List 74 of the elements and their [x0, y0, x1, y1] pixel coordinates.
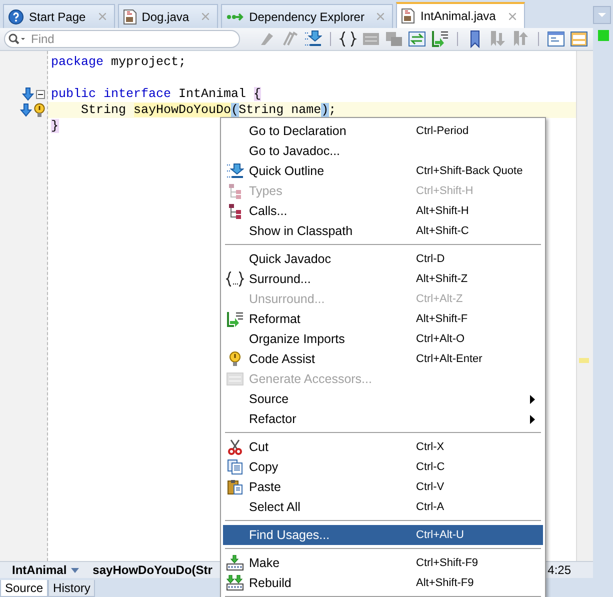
menu-item[interactable]: Quick Javadoc Ctrl-D: [223, 249, 543, 269]
code-line: package myproject;: [51, 55, 186, 69]
vertical-scrollbar[interactable]: [576, 51, 593, 561]
close-icon[interactable]: [377, 13, 384, 20]
view-tab[interactable]: Source: [0, 580, 48, 597]
menu-item[interactable]: Show in Classpath Alt+Shift-C: [223, 221, 543, 241]
outline-icon[interactable]: [304, 30, 322, 48]
search-field[interactable]: Find: [4, 30, 240, 48]
menu-item[interactable]: Go to Declaration Ctrl-Period: [223, 121, 543, 141]
menu-item[interactable]: Source: [223, 389, 543, 409]
menu-item[interactable]: Make Ctrl+Shift-F9: [223, 553, 543, 573]
menu-item[interactable]: Calls... Alt+Shift-H: [223, 201, 543, 221]
breadcrumb-item[interactable]: sayHowDoYouDo(Str: [88, 563, 216, 577]
reformat-icon[interactable]: [431, 30, 449, 48]
previous-bookmark-icon[interactable]: [489, 30, 507, 48]
braces-icon: [226, 271, 244, 287]
refresh-icon[interactable]: [408, 30, 426, 48]
braces-icon[interactable]: [339, 30, 357, 48]
help-icon: [8, 8, 24, 24]
menu-item[interactable]: Refactor: [223, 409, 543, 429]
menu-item[interactable]: Go to Javadoc...: [223, 141, 543, 161]
template-icon[interactable]: [385, 30, 403, 48]
menu-item[interactable]: Find Usages... Ctrl+Alt-U: [223, 525, 543, 545]
copy-icon: [226, 459, 244, 475]
next-bookmark-icon[interactable]: [512, 30, 530, 48]
editor-tab[interactable]: Dependency Explorer: [221, 4, 394, 28]
lightbulb-icon[interactable]: [34, 102, 45, 118]
java-file-icon: [401, 8, 416, 24]
close-icon[interactable]: [508, 12, 516, 20]
submenu-arrow-icon: [530, 414, 535, 424]
menu-item[interactable]: Code Assist Ctrl+Alt-Enter: [223, 349, 543, 369]
close-icon[interactable]: [98, 13, 106, 20]
override-arrow-icon[interactable]: [20, 103, 32, 117]
caret-position: 4:25: [548, 563, 572, 577]
dependency-icon: [226, 10, 244, 22]
code-line: public interface IntAnimal {: [51, 87, 262, 101]
build-icon: [226, 555, 244, 571]
menu-item[interactable]: Reformat Alt+Shift-F: [223, 309, 543, 329]
paste-icon: [226, 479, 244, 495]
menu-item[interactable]: Quick Outline Ctrl+Shift-Back Quote: [223, 161, 543, 181]
breadcrumb-item[interactable]: IntAnimal: [8, 563, 83, 577]
forward-icon[interactable]: [281, 30, 299, 48]
generate-icon: [226, 371, 244, 387]
reformat-icon: [226, 311, 244, 327]
java-file-icon: [122, 8, 137, 24]
rebuild-icon: [226, 575, 244, 591]
scissors-icon: [226, 439, 244, 455]
code-line: String sayHowDoYouDo(String name);: [80, 103, 336, 117]
menu-item[interactable]: Rebuild Alt+Shift-F9: [223, 573, 543, 593]
view-tab[interactable]: History: [48, 580, 96, 597]
submenu-arrow-icon: [530, 394, 535, 404]
editor-tab[interactable]: Dog.java: [118, 4, 218, 28]
fold-icon[interactable]: [36, 90, 45, 98]
panel-icon[interactable]: [570, 30, 588, 48]
search-icon: [8, 33, 26, 45]
override-arrow-icon[interactable]: [22, 87, 34, 101]
menu-item[interactable]: Organize Imports Ctrl+Alt-O: [223, 329, 543, 349]
back-icon[interactable]: [258, 30, 276, 48]
menu-item[interactable]: Surround... Alt+Shift-Z: [223, 269, 543, 289]
status-indicator: [598, 30, 608, 41]
menu-item[interactable]: Copy Ctrl-C: [223, 457, 543, 477]
dropdown-caret-icon[interactable]: [70, 568, 79, 572]
generate-icon[interactable]: [362, 30, 380, 48]
close-icon[interactable]: [202, 13, 210, 20]
menu-item[interactable]: Paste Ctrl-V: [223, 477, 543, 497]
menu-item[interactable]: Select All Ctrl-A: [223, 497, 543, 517]
hierarchy-icon: [226, 203, 244, 219]
outline-icon: [226, 163, 244, 179]
hierarchy-icon: [226, 183, 244, 199]
menu-item[interactable]: Cut Ctrl-X: [223, 437, 543, 457]
window-icon[interactable]: [547, 30, 565, 48]
editor-tab[interactable]: Start Page: [3, 4, 115, 28]
editor-tab[interactable]: IntAnimal.java: [396, 2, 525, 28]
tab-list-icon[interactable]: [593, 6, 611, 24]
